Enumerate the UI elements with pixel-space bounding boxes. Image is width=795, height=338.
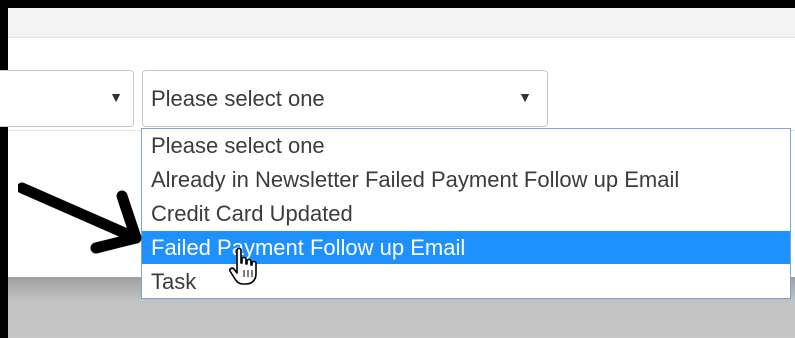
left-select[interactable]: ▼: [0, 70, 134, 127]
top-toolbar: [8, 8, 795, 38]
arrow-icon: [18, 182, 142, 254]
hand-cursor-icon: [229, 247, 257, 285]
chevron-down-icon: ▼: [518, 89, 532, 105]
dropdown-option[interactable]: Please select one: [142, 129, 790, 162]
template-select-value: Please select one: [151, 86, 325, 111]
template-select[interactable]: Please select one ▼: [142, 70, 548, 127]
dropdown-option[interactable]: Already in Newsletter Failed Payment Fol…: [142, 163, 790, 196]
dropdown-option[interactable]: Credit Card Updated: [142, 197, 790, 230]
chevron-down-icon: ▼: [109, 89, 123, 105]
